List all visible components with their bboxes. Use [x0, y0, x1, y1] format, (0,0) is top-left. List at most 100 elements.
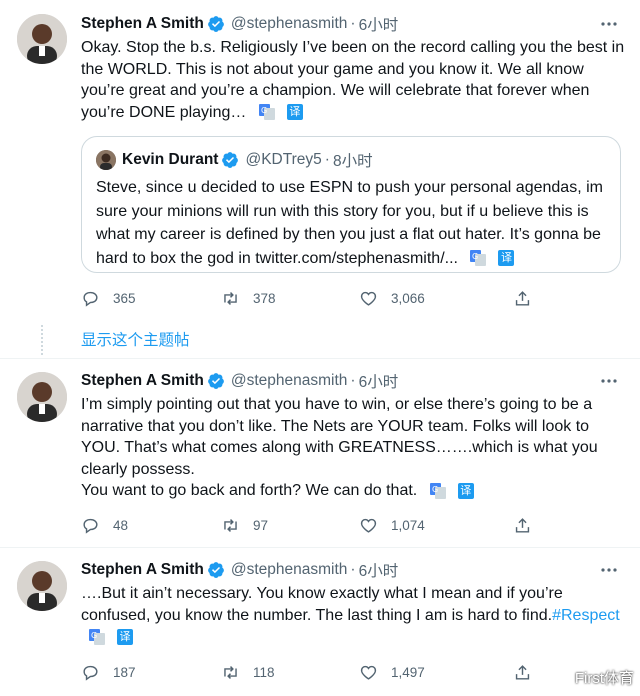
avatar[interactable] — [17, 372, 67, 422]
tweet-2[interactable]: Stephen A Smith @stephenasmith · 6小时 I’m… — [0, 359, 640, 547]
reply-icon — [83, 665, 98, 681]
timestamp[interactable]: 6小时 — [359, 13, 399, 35]
like-button[interactable]: 1,074 — [359, 514, 425, 536]
avatar[interactable] — [17, 14, 67, 64]
tweet-text-content: Okay. Stop the b.s. Religiously I’ve bee… — [81, 39, 625, 121]
tweet-text-content: ….But it ain’t necessary. You know exact… — [81, 585, 563, 624]
timestamp[interactable]: 6小时 — [359, 370, 399, 392]
verified-badge-icon — [207, 562, 224, 578]
like-count: 1,497 — [391, 664, 425, 680]
author-name[interactable]: Stephen A Smith — [81, 15, 204, 33]
separator-dot: · — [324, 151, 330, 168]
quote-header: Kevin Durant @KDTrey5 · 8小时 — [122, 149, 373, 171]
translate-icon[interactable]: 译 — [498, 250, 515, 267]
timestamp[interactable]: 6小时 — [359, 559, 399, 581]
translate-controls: G 译 — [470, 250, 515, 267]
retweet-count: 378 — [253, 290, 276, 306]
tweet-text: ….But it ain’t necessary. You know exact… — [81, 583, 626, 648]
tweet-text-line: You want to go back and forth? We can do… — [81, 482, 418, 499]
google-translate-icon[interactable]: G — [89, 628, 105, 645]
more-icon[interactable] — [600, 15, 618, 33]
quote-text-content: Steve, since u decided to use ESPN to pu… — [96, 179, 603, 267]
like-button[interactable]: 3,066 — [359, 287, 425, 309]
tweet-header: Stephen A Smith @stephenasmith · 6小时 — [81, 559, 398, 581]
retweet-icon — [224, 291, 237, 305]
action-bar: 365 378 3,066 — [81, 287, 561, 309]
tweet-1[interactable]: Stephen A Smith @stephenasmith · 6小时 Oka… — [0, 0, 640, 320]
avatar[interactable] — [17, 561, 67, 611]
like-icon — [360, 291, 377, 306]
share-icon — [515, 290, 530, 306]
thread-connector — [41, 325, 43, 355]
like-icon — [360, 665, 377, 680]
reply-count: 187 — [113, 664, 136, 680]
separator-dot: · — [350, 561, 356, 578]
google-translate-icon[interactable]: G — [429, 482, 446, 499]
reply-icon — [83, 291, 98, 307]
tweet-3[interactable]: Stephen A Smith @stephenasmith · 6小时 ….B… — [0, 548, 640, 696]
google-translate-icon[interactable]: G — [470, 250, 487, 267]
like-count: 1,074 — [391, 517, 425, 533]
svg-text:G: G — [432, 485, 438, 494]
google-translate-icon[interactable]: G — [258, 104, 275, 121]
author-handle[interactable]: @stephenasmith — [231, 372, 348, 390]
translate-icon[interactable]: 译 — [286, 104, 303, 121]
reply-count: 365 — [113, 290, 136, 306]
reply-count: 48 — [113, 517, 129, 533]
retweet-button[interactable]: 378 — [221, 287, 276, 309]
quote-author-handle[interactable]: @KDTrey5 — [245, 151, 321, 169]
tweet-text: Okay. Stop the b.s. Religiously I’ve bee… — [81, 37, 626, 123]
reply-icon — [83, 518, 98, 534]
author-name[interactable]: Stephen A Smith — [81, 372, 204, 390]
share-button[interactable] — [513, 661, 545, 683]
svg-text:G: G — [261, 106, 267, 115]
quoted-tweet[interactable]: Kevin Durant @KDTrey5 · 8小时 Steve, since… — [81, 136, 621, 273]
verified-badge-icon — [222, 152, 239, 168]
author-name[interactable]: Stephen A Smith — [81, 561, 204, 579]
share-button[interactable] — [513, 287, 545, 309]
action-bar: 48 97 1,074 — [81, 514, 561, 536]
tweet-text-content: I’m simply pointing out that you have to… — [81, 396, 598, 478]
more-icon[interactable] — [600, 372, 618, 390]
translate-icon[interactable]: 译 — [457, 482, 474, 499]
translate-controls: G 译 — [258, 104, 303, 121]
verified-badge-icon — [207, 16, 224, 32]
separator-dot: · — [350, 372, 356, 389]
translate-icon[interactable]: 译 — [117, 628, 133, 645]
more-icon[interactable] — [600, 561, 618, 579]
share-icon — [515, 517, 530, 533]
reply-button[interactable]: 365 — [81, 287, 136, 309]
verified-badge-icon — [207, 373, 224, 389]
action-bar: 187 118 1,497 — [81, 661, 561, 683]
retweet-button[interactable]: 118 — [221, 661, 275, 683]
translate-controls: G 译 — [89, 628, 133, 645]
tweet-text: I’m simply pointing out that you have to… — [81, 394, 626, 502]
retweet-button[interactable]: 97 — [221, 514, 268, 536]
watermark: First体育 — [574, 670, 634, 687]
quote-author-name[interactable]: Kevin Durant — [122, 151, 218, 169]
reply-button[interactable]: 48 — [81, 514, 128, 536]
separator-dot: · — [350, 15, 356, 32]
share-button[interactable] — [513, 514, 545, 536]
retweet-icon — [224, 665, 237, 679]
quote-timestamp[interactable]: 8小时 — [333, 149, 373, 171]
author-handle[interactable]: @stephenasmith — [231, 561, 348, 579]
share-icon — [515, 664, 530, 680]
retweet-icon — [224, 518, 237, 532]
quote-text: Steve, since u decided to use ESPN to pu… — [96, 176, 608, 270]
author-handle[interactable]: @stephenasmith — [231, 15, 348, 33]
tweet-header: Stephen A Smith @stephenasmith · 6小时 — [81, 370, 398, 392]
svg-text:G: G — [91, 631, 97, 640]
reply-button[interactable]: 187 — [81, 661, 136, 683]
like-count: 3,066 — [391, 290, 425, 306]
translate-controls: G 译 — [429, 482, 474, 499]
retweet-count: 118 — [253, 664, 275, 680]
hashtag-link[interactable]: #Respect — [552, 607, 620, 624]
quote-avatar[interactable] — [96, 150, 116, 170]
like-button[interactable]: 1,497 — [359, 661, 425, 683]
like-icon — [360, 518, 377, 533]
tweet-header: Stephen A Smith @stephenasmith · 6小时 — [81, 13, 398, 35]
show-thread-link[interactable]: 显示这个主题帖 — [81, 328, 190, 350]
svg-text:G: G — [472, 252, 478, 261]
retweet-count: 97 — [253, 517, 269, 533]
